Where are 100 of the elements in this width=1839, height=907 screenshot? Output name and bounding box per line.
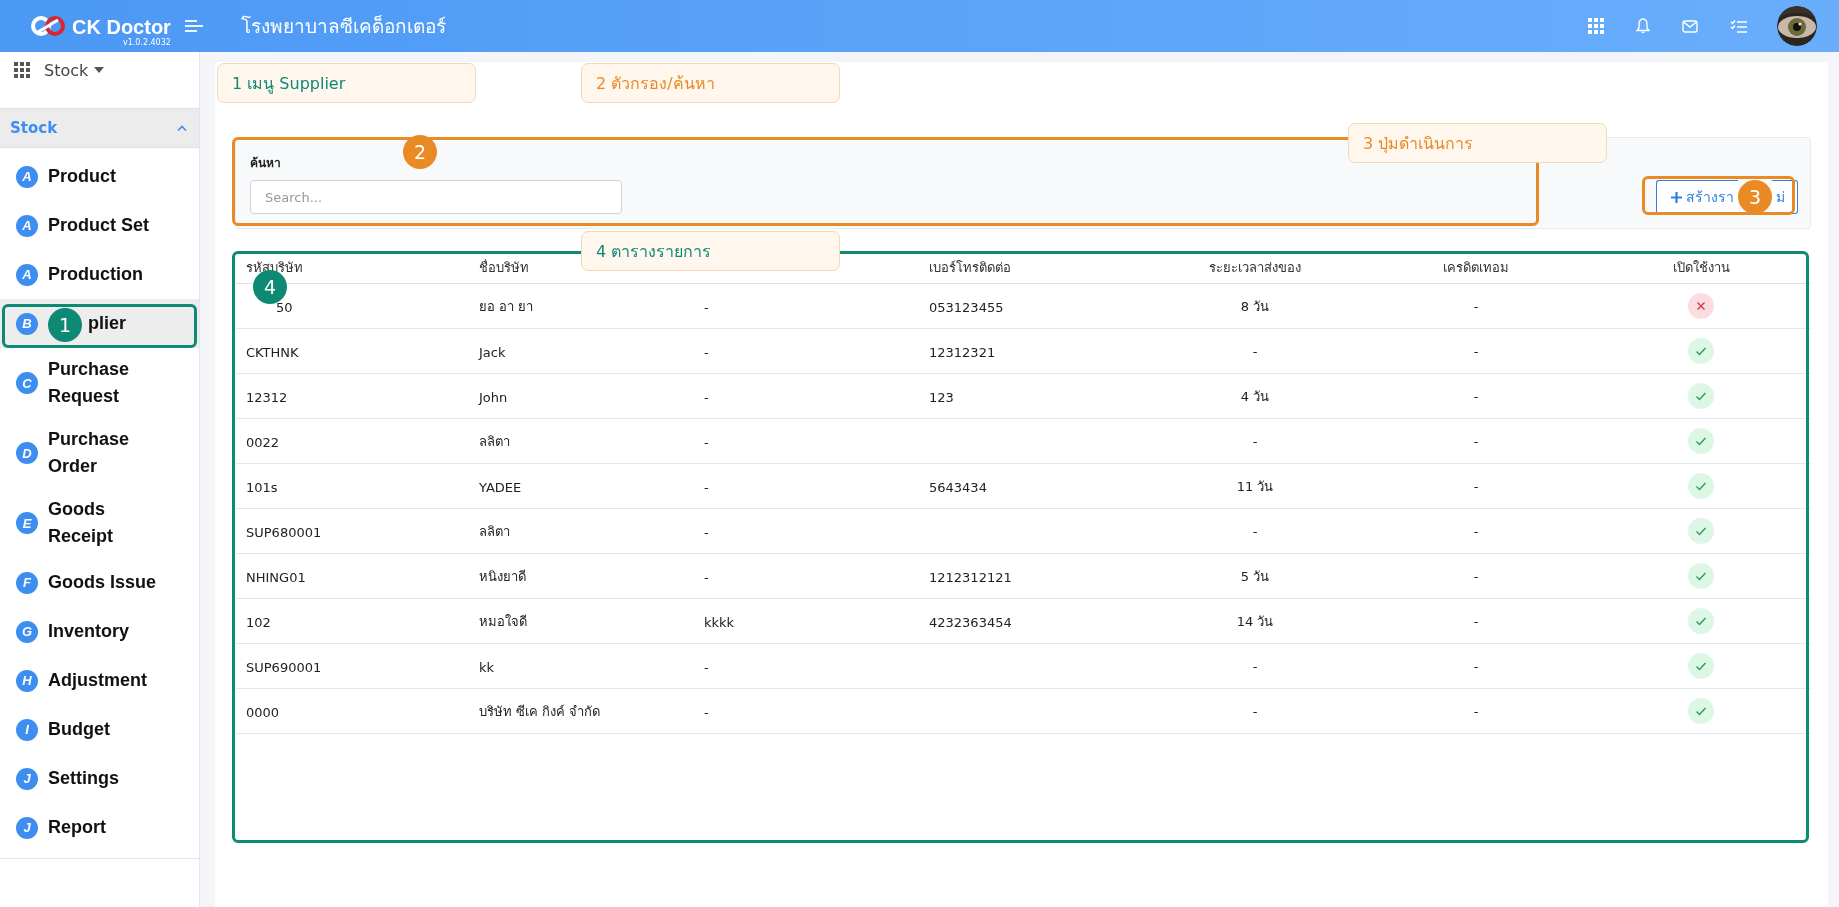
table-cell-text: 11 วัน [1236,477,1274,496]
table-cell: YADEE [479,479,522,495]
letter-icon: H [16,669,38,692]
caret-icon [94,67,105,73]
apps-icon[interactable] [14,62,30,78]
sidebar-item[interactable]: D Purchase Order [0,418,199,488]
letter-icon: E [16,512,38,534]
checklist-icon[interactable] [1730,18,1747,34]
mail-icon[interactable] [1682,19,1698,33]
table-cell: - [1252,343,1258,359]
table-cell: - [1473,568,1479,584]
sidebar-item[interactable]: A Product Set [0,201,199,250]
table-cell: หนิงยาดี [479,568,526,584]
table-cell: - [1473,388,1479,404]
section-title: Stock [10,119,58,137]
sidebar-item[interactable]: I Budget [0,705,199,754]
table-cell: บริษัท ซีเค กิงค์ จำกัด [479,703,601,719]
callout-label: 1 เมนู Supplier [217,63,476,103]
table-cell: SUP680001 [246,524,322,540]
sidebar-item[interactable]: A Product [0,152,199,201]
table-cell: 123 [929,389,954,405]
table-cell: kk [479,659,495,675]
table-cell: NHING01 [246,569,306,585]
table-cell: - [1473,658,1479,674]
table-cell: - [704,344,709,360]
letter-icon: J [16,767,38,790]
sidebar-item[interactable]: J Settings [0,754,199,803]
sidebar-item[interactable]: J Report [0,803,199,852]
callout-label: 4 ตารางรายการ [581,231,840,271]
column-header: เปิดใช้งาน [1672,258,1730,277]
table-cell: - [1252,658,1258,674]
table-cell: - [1473,433,1479,449]
column-header: เบอร์โทรติดต่อ [929,259,1011,275]
letter-icon: B [16,312,38,335]
table-cell: - [704,434,709,450]
sidebar-item[interactable]: A Production [0,250,199,299]
table-cell: - [704,704,709,720]
table-cell: 4232363454 [929,614,1012,630]
sidebar-item[interactable]: G Inventory [0,607,199,656]
letter-icon: F [16,571,38,594]
callout-label: 3 ปุ่มดำเนินการ [1348,123,1607,163]
table-cell: 12312321 [929,344,996,360]
table-cell: - [704,569,709,585]
column-header: ชื่อบริษัท [479,259,529,275]
letter-icon: C [16,372,38,394]
column-header: เครดิตเทอม [1443,258,1509,277]
sidebar-item[interactable]: C Purchase Request [0,348,199,418]
table-cell: 101s [246,479,278,495]
menu-icon[interactable] [184,19,203,33]
table-cell: - [1473,613,1479,629]
table-cell: Jack [479,344,506,360]
hospital-name: โรงพยาบาลซีเคด็อกเตอร์ [240,14,446,39]
step-badge: 3 [1738,180,1772,214]
table-cell: SUP690001 [246,659,322,675]
table-cell: - [704,299,709,315]
table-cell-text: 8 วัน [1240,297,1270,316]
table-cell: หมอใจดี [479,613,527,629]
table-cell: - [1473,343,1479,359]
bell-icon[interactable] [1636,18,1650,34]
letter-icon: I [16,718,38,741]
table-cell: 0022 [246,434,280,450]
table-cell: kkkk [704,614,735,630]
search-field[interactable]: Search... [250,180,622,214]
table-cell: - [1473,298,1479,314]
table-cell: - [704,659,709,675]
letter-icon: J [16,816,38,839]
search-label: ค้นหา [250,155,282,172]
column-header: ระยะเวลาส่งของ [1209,258,1301,277]
letter-icon: G [16,620,38,643]
create-button[interactable]: สร้างรา [1656,180,1738,214]
table-cell: ลลิตา [479,433,510,449]
sidebar-item[interactable]: H Adjustment [0,656,199,705]
table-cell-text: 4 วัน [1240,387,1270,406]
letter-icon: A [16,165,38,188]
table-cell: - [1473,703,1479,719]
table-cell: - [1252,433,1258,449]
plus-icon [1671,191,1682,203]
logo-icon [30,15,66,37]
table-cell: - [704,479,709,495]
app-name: CK Doctor [72,16,171,38]
module-dropdown[interactable]: Stock [44,60,105,80]
table-cell: ยอ อา ยา [479,298,534,314]
table-cell: 053123455 [929,299,1004,315]
table-cell: 5643434 [929,479,987,495]
table-cell: - [1473,523,1479,539]
version-text: v1.0.2.4032 [122,38,171,48]
callout-label: 2 ตัวกรอง/ค้นหา [581,63,840,103]
letter-icon: D [16,442,38,464]
table-cell: 1212312121 [929,569,1012,585]
table-cell: CKTHNK [246,344,299,360]
table-cell: 102 [246,614,271,630]
table-cell: - [1252,523,1258,539]
table-cell-text: 5 วัน [1240,567,1270,586]
letter-icon: A [16,263,38,286]
sidebar-item[interactable]: E Goods Receipt [0,488,199,558]
table-cell: - [1252,703,1258,719]
table-cell: 0000 [246,704,280,720]
sidebar-item[interactable]: F Goods Issue [0,558,199,607]
table-cell-text: 14 วัน [1236,612,1274,631]
table-cell: - [704,524,709,540]
